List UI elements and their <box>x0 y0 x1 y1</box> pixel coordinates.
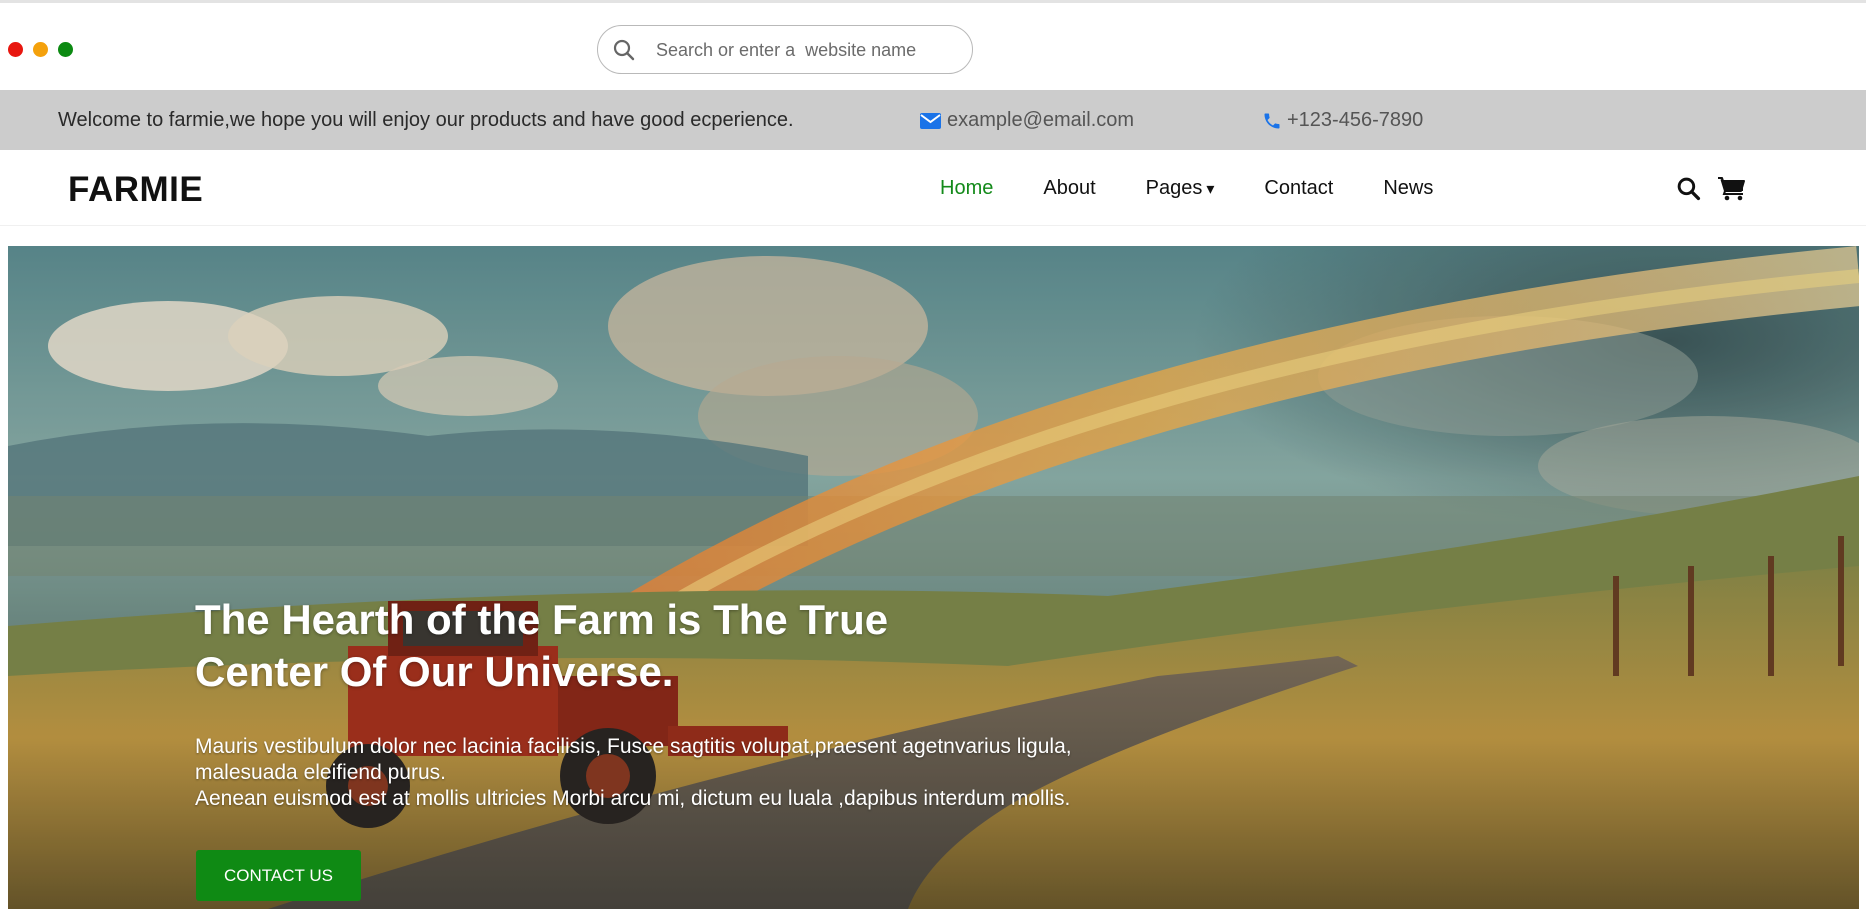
site-logo[interactable]: FARMIE <box>68 170 203 210</box>
main-navbar: FARMIE Home About Pages ▾ Contact News <box>0 150 1866 226</box>
hero-description: Mauris vestibulum dolor nec lacinia faci… <box>195 734 1155 812</box>
email-text: example@email.com <box>947 109 1135 131</box>
hero-section: The Hearth of the Farm is The True Cente… <box>8 246 1859 909</box>
welcome-text: Welcome to farmie,we hope you will enjoy… <box>58 109 794 131</box>
hero-text-line-2: malesuada eleifiend purus. <box>195 761 446 784</box>
address-bar[interactable] <box>597 25 973 74</box>
search-icon <box>613 39 635 61</box>
nav-contact[interactable]: Contact <box>1264 177 1333 200</box>
phone-text: +123-456-7890 <box>1287 109 1424 131</box>
search-icon[interactable] <box>1676 176 1701 201</box>
nav-links: Home About Pages ▾ Contact News <box>940 177 1483 200</box>
nav-pages-label: Pages <box>1145 177 1203 199</box>
cart-icon[interactable] <box>1718 176 1746 201</box>
phone-icon <box>1264 113 1280 128</box>
hero-title: The Hearth of the Farm is The True Cente… <box>195 594 955 698</box>
top-info-bar: Welcome to farmie,we hope you will enjoy… <box>0 90 1866 150</box>
nav-icons <box>1676 176 1746 201</box>
email-contact[interactable]: example@email.com <box>920 109 1134 132</box>
search-input[interactable] <box>656 36 956 64</box>
browser-chrome <box>0 0 1866 90</box>
nav-home[interactable]: Home <box>940 177 993 200</box>
nav-news[interactable]: News <box>1383 177 1433 200</box>
hero-text-line-3: Aenean euismod est at mollis ultricies M… <box>195 787 1071 810</box>
phone-contact[interactable]: +123-456-7890 <box>1262 109 1423 132</box>
minimize-window-button[interactable] <box>33 42 48 57</box>
nav-pages[interactable]: Pages ▾ <box>1146 177 1215 200</box>
nav-about[interactable]: About <box>1043 177 1095 200</box>
contact-us-button[interactable]: CONTACT US <box>196 850 361 901</box>
chevron-down-icon: ▾ <box>1206 181 1215 198</box>
hero-title-line-1: The Hearth of the Farm is The True <box>195 596 889 643</box>
close-window-button[interactable] <box>8 42 23 57</box>
hero-title-line-2: Center Of Our Universe. <box>195 648 674 695</box>
maximize-window-button[interactable] <box>58 42 73 57</box>
hero-text-line-1: Mauris vestibulum dolor nec lacinia faci… <box>195 735 1072 758</box>
envelope-icon <box>920 112 941 129</box>
